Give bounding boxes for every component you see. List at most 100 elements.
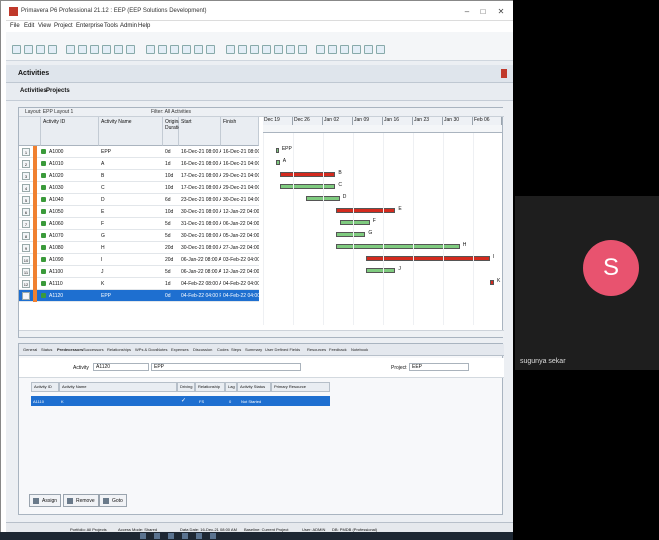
close-button[interactable]: ✕ bbox=[494, 5, 508, 18]
table-row[interactable]: 4 A1030 C 10d 17-Dec-21 08:00 AM29-Dec-21 04… bbox=[19, 182, 259, 194]
taskbar-app-icon[interactable] bbox=[140, 533, 146, 539]
wbs-icon[interactable] bbox=[36, 45, 45, 54]
spell-icon[interactable] bbox=[364, 45, 373, 54]
menu-edit[interactable]: Edit bbox=[24, 23, 34, 29]
tab-notebook[interactable]: Notebook bbox=[351, 347, 368, 352]
tab-projects[interactable]: Projects bbox=[46, 88, 70, 94]
pred-col-resource[interactable]: Primary Resource bbox=[271, 382, 330, 392]
zoom-out-icon[interactable] bbox=[328, 45, 337, 54]
menu-enterprise[interactable]: Enterprise bbox=[76, 23, 103, 29]
tab-relationships[interactable]: Relationships bbox=[107, 347, 131, 352]
taskbar-app-icon[interactable] bbox=[154, 533, 160, 539]
tab-activities[interactable]: Activities bbox=[20, 88, 47, 94]
tab-resources[interactable]: Resources bbox=[307, 347, 326, 352]
portfolio-icon[interactable] bbox=[114, 45, 123, 54]
home-icon[interactable] bbox=[12, 45, 21, 54]
resources-icon[interactable] bbox=[66, 45, 75, 54]
pred-col-relationship[interactable]: Relationship bbox=[195, 382, 225, 392]
pred-col-activity-id[interactable]: Activity ID bbox=[31, 382, 59, 392]
gantt-bar[interactable] bbox=[335, 208, 396, 213]
menu-help[interactable]: Help bbox=[138, 23, 150, 29]
gantt-bar[interactable] bbox=[335, 232, 366, 237]
menu-tools[interactable]: Tools bbox=[104, 23, 118, 29]
gantt-bar[interactable] bbox=[280, 172, 336, 177]
bars-icon[interactable] bbox=[352, 45, 361, 54]
level-icon[interactable] bbox=[158, 45, 167, 54]
activity-name-field[interactable]: EPP bbox=[151, 363, 301, 371]
column-header-finish[interactable]: Finish bbox=[221, 117, 259, 146]
maximize-button[interactable]: □ bbox=[476, 5, 490, 18]
table-row[interactable]: 3 A1020 B 10d 17-Dec-21 08:00 AM29-Dec-21 04… bbox=[19, 170, 259, 182]
tab-wps-docs[interactable]: WPs & Docs bbox=[135, 347, 157, 352]
table-row[interactable]: 2 A1010 A 1d 16-Dec-21 08:00 AM16-Dec-21 04:… bbox=[19, 158, 259, 170]
tab-udf[interactable]: User Defined Fields bbox=[265, 347, 300, 352]
redo-icon[interactable] bbox=[274, 45, 283, 54]
table-row[interactable]: 8 A1070 G 5d 30-Dec-21 08:00 AM05-Jan-22 04:… bbox=[19, 230, 259, 242]
pred-col-status[interactable]: Activity Status bbox=[237, 382, 271, 392]
menu-project[interactable]: Project bbox=[54, 23, 73, 29]
taskbar-app-icon[interactable] bbox=[196, 533, 202, 539]
pred-col-driving[interactable]: Driving bbox=[177, 382, 195, 392]
zoom-in-icon[interactable] bbox=[316, 45, 325, 54]
menu-view[interactable]: View bbox=[38, 23, 51, 29]
table-row[interactable]: 1 A1000 EPP 0d 16-Dec-21 08:00 AM16-Dec-21 0… bbox=[19, 146, 259, 158]
activities-icon[interactable] bbox=[48, 45, 57, 54]
schedule-icon[interactable] bbox=[146, 45, 155, 54]
table-row[interactable]: 11 A1100 J 5d 06-Jan-22 08:00 AM12-Jan-22 04… bbox=[19, 266, 259, 278]
gantt-bar[interactable] bbox=[365, 268, 396, 273]
tab-successors[interactable]: Successors bbox=[83, 347, 104, 352]
table-row[interactable]: 6 A1050 E 10d 30-Dec-21 08:00 AM12-Jan-22 04… bbox=[19, 206, 259, 218]
project-field[interactable]: EEP bbox=[409, 363, 469, 371]
gantt-bar[interactable] bbox=[275, 160, 280, 165]
pred-col-activity-name[interactable]: Activity Name bbox=[59, 382, 177, 392]
store-period-icon[interactable] bbox=[194, 45, 203, 54]
gantt-bar[interactable] bbox=[365, 256, 490, 261]
tab-discussion[interactable]: Discussion bbox=[193, 347, 212, 352]
activity-id-field[interactable]: A1120 bbox=[93, 363, 149, 371]
assign-button[interactable]: Assign bbox=[29, 494, 62, 507]
tab-summary[interactable]: Summary bbox=[245, 347, 262, 352]
column-header-activity-id[interactable]: Activity ID bbox=[41, 117, 99, 146]
taskbar-app-icon[interactable] bbox=[210, 533, 216, 539]
add-icon[interactable] bbox=[286, 45, 295, 54]
table-row[interactable]: 12 A1110 K 1d 04-Feb-22 08:00 AM04-Feb-22 04… bbox=[19, 278, 259, 290]
horizontal-scrollbar[interactable] bbox=[19, 330, 504, 337]
print-icon[interactable] bbox=[206, 45, 215, 54]
column-header-duration[interactable]: Original Duration bbox=[163, 117, 184, 146]
remove-button[interactable]: Remove bbox=[63, 494, 99, 507]
tab-steps[interactable]: Steps bbox=[231, 347, 241, 352]
gantt-bar[interactable] bbox=[335, 244, 460, 249]
taskbar-app-icon[interactable] bbox=[182, 533, 188, 539]
column-header-activity-name[interactable]: Activity Name bbox=[99, 117, 163, 146]
predecessor-row[interactable]: A1110 K ✓ FS 0 Not Started bbox=[31, 396, 330, 406]
menu-admin[interactable]: Admin bbox=[120, 23, 137, 29]
cut-icon[interactable] bbox=[226, 45, 235, 54]
gantt-bar[interactable] bbox=[275, 148, 279, 153]
copy-icon[interactable] bbox=[238, 45, 247, 54]
minimize-button[interactable]: – bbox=[460, 5, 474, 18]
gantt-bar[interactable] bbox=[340, 220, 370, 225]
pin-icon[interactable] bbox=[501, 69, 507, 78]
tab-feedback[interactable]: Feedback bbox=[329, 347, 347, 352]
table-row[interactable]: 5 A1040 D 6d 23-Dec-21 08:00 AM30-Dec-21 04:… bbox=[19, 194, 259, 206]
tab-expenses[interactable]: Expenses bbox=[171, 347, 189, 352]
undo-icon[interactable] bbox=[262, 45, 271, 54]
table-row[interactable]: 7 A1060 F 5d 31-Dec-21 08:00 AM06-Jan-22 04:… bbox=[19, 218, 259, 230]
table-row[interactable]: 13 A1120 EPP 0d 04-Feb-22 04:00 PM04-Feb-22 … bbox=[19, 290, 259, 302]
table-row[interactable]: 10 A1090 I 20d 06-Jan-22 08:00 AM03-Feb-22 0… bbox=[19, 254, 259, 266]
apply-actuals-icon[interactable] bbox=[182, 45, 191, 54]
issues-icon[interactable] bbox=[102, 45, 111, 54]
goto-button[interactable]: Goto bbox=[99, 494, 127, 507]
column-header-start[interactable]: Start bbox=[179, 117, 221, 146]
menu-file[interactable]: File bbox=[10, 23, 20, 29]
gantt-chart[interactable]: Dec 19 Dec 26 Jan 02 Jan 09 Jan 16 Jan 2… bbox=[263, 117, 502, 325]
layout-name[interactable]: Layout: EPP Layout 1 bbox=[25, 109, 73, 115]
projects-icon[interactable] bbox=[24, 45, 33, 54]
filter-name[interactable]: Filter: All Activities bbox=[151, 109, 191, 115]
filter-icon[interactable] bbox=[126, 45, 135, 54]
table-row[interactable]: 9 A1080 H 20d 30-Dec-21 08:00 AM27-Jan-22 04… bbox=[19, 242, 259, 254]
pred-col-lag[interactable]: Lag bbox=[225, 382, 237, 392]
tab-general[interactable]: General bbox=[23, 347, 37, 352]
taskbar-app-icon[interactable] bbox=[168, 533, 174, 539]
gantt-bar[interactable] bbox=[280, 184, 336, 189]
